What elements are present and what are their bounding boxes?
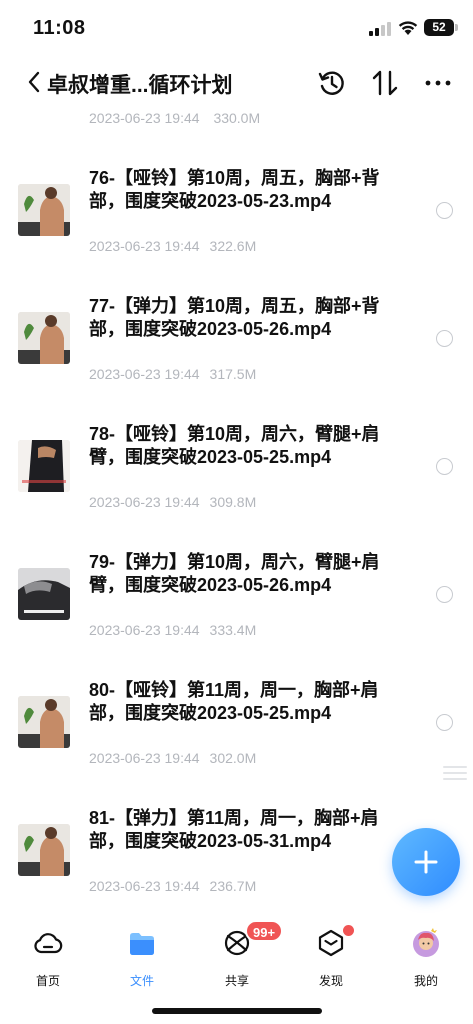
tab-home[interactable]: 首页 xyxy=(13,926,83,988)
file-meta: 2023-06-23 19:44 317.5M xyxy=(89,366,256,382)
file-row[interactable]: 76-【哑铃】第10周，周五，胸部+背部，围度突破2023-05-23.mp4 … xyxy=(0,163,473,291)
file-name: 77-【弹力】第10周，周五，胸部+背部，围度突破2023-05-26.mp4 xyxy=(89,296,380,339)
avatar-icon xyxy=(413,928,439,957)
file-meta: 2023-06-23 19:44 236.7M xyxy=(89,878,256,894)
file-row[interactable]: 77-【弹力】第10周，周五，胸部+背部，围度突破2023-05-26.mp4 … xyxy=(0,291,473,419)
file-name: 76-【哑铃】第10周，周五，胸部+背部，围度突破2023-05-23.mp4 xyxy=(89,168,380,211)
cloud-icon xyxy=(34,933,63,954)
file-date: 2023-06-23 19:44 xyxy=(89,494,200,510)
tab-label: 发现 xyxy=(318,974,343,988)
status-bar: 11:08 52 xyxy=(0,0,473,56)
scroll-handle[interactable] xyxy=(443,766,467,782)
file-list: 76-【哑铃】第10周，周五，胸部+背部，围度突破2023-05-23.mp4 … xyxy=(0,163,473,931)
video-thumbnail xyxy=(18,184,70,236)
select-radio[interactable] xyxy=(436,458,453,475)
video-thumbnail xyxy=(18,440,70,492)
file-meta: 2023-06-23 19:44 309.8M xyxy=(89,494,256,510)
previous-file-date: 2023-06-23 19:44 xyxy=(89,110,200,126)
file-row[interactable]: 79-【弹力】第10周，周六，臂腿+肩臂，围度突破2023-05-26.mp4 … xyxy=(0,547,473,675)
video-thumbnail xyxy=(18,696,70,748)
plus-icon xyxy=(414,850,438,874)
discover-notification-dot xyxy=(343,925,354,936)
file-date: 2023-06-23 19:44 xyxy=(89,622,200,638)
discover-icon xyxy=(318,929,344,957)
file-name: 81-【弹力】第11周，周一，胸部+肩部，围度突破2023-05-31.mp4 xyxy=(89,808,379,851)
back-icon[interactable] xyxy=(26,70,42,94)
battery-icon: 52 xyxy=(424,19,454,36)
file-name: 80-【哑铃】第11周，周一，胸部+肩部，围度突破2023-05-25.mp4 xyxy=(89,680,379,723)
select-radio[interactable] xyxy=(436,714,453,731)
file-date: 2023-06-23 19:44 xyxy=(89,366,200,382)
file-size: 302.0M xyxy=(209,750,257,766)
file-meta: 2023-06-23 19:44 333.4M xyxy=(89,622,256,638)
select-radio[interactable] xyxy=(436,586,453,603)
select-radio[interactable] xyxy=(436,202,453,219)
wifi-icon xyxy=(398,21,418,35)
file-meta: 2023-06-23 19:44 302.0M xyxy=(89,750,256,766)
add-button[interactable] xyxy=(392,828,460,896)
file-size: 317.5M xyxy=(209,366,257,382)
file-date: 2023-06-23 19:44 xyxy=(89,238,200,254)
file-meta: 2023-06-23 19:44 322.6M xyxy=(89,238,256,254)
file-date: 2023-06-23 19:44 xyxy=(89,750,200,766)
tab-label: 我的 xyxy=(413,974,438,988)
more-icon[interactable] xyxy=(423,68,453,98)
history-icon[interactable] xyxy=(317,68,347,98)
file-row[interactable]: 78-【哑铃】第10周，周六，臂腿+肩臂，围度突破2023-05-25.mp4 … xyxy=(0,419,473,547)
signal-icon xyxy=(369,22,393,36)
file-date: 2023-06-23 19:44 xyxy=(89,878,200,894)
header-bar: 卓叔增重...循环计划 xyxy=(0,58,473,108)
tab-files[interactable]: 文件 xyxy=(107,926,177,988)
file-size: 236.7M xyxy=(209,878,257,894)
file-name: 79-【弹力】第10周，周六，臂腿+肩臂，围度突破2023-05-26.mp4 xyxy=(89,552,380,595)
home-indicator xyxy=(152,1008,322,1014)
select-radio[interactable] xyxy=(436,330,453,347)
share-badge: 99+ xyxy=(245,920,284,942)
file-name: 78-【哑铃】第10周，周六，臂腿+肩臂，围度突破2023-05-25.mp4 xyxy=(89,424,380,467)
tab-label: 共享 xyxy=(224,974,249,988)
battery-nub xyxy=(455,24,458,31)
status-time: 11:08 xyxy=(33,17,86,39)
tab-me[interactable]: 我的 xyxy=(391,926,461,988)
previous-file-meta: 2023-06-23 19:44 330.0M xyxy=(89,110,260,126)
video-thumbnail xyxy=(18,824,70,876)
file-size: 333.4M xyxy=(209,622,257,638)
page-title: 卓叔增重...循环计划 xyxy=(47,74,233,97)
tab-label: 文件 xyxy=(129,974,154,988)
tab-discover[interactable]: 发现 xyxy=(296,926,366,988)
tab-label: 首页 xyxy=(35,974,60,988)
previous-file-size: 330.0M xyxy=(213,110,261,126)
folder-icon xyxy=(130,933,154,955)
file-size: 322.6M xyxy=(209,238,257,254)
video-thumbnail xyxy=(18,312,70,364)
video-thumbnail xyxy=(18,568,70,620)
file-row[interactable]: 80-【哑铃】第11周，周一，胸部+肩部，围度突破2023-05-25.mp4 … xyxy=(0,675,473,803)
sort-icon[interactable] xyxy=(370,68,400,98)
file-size: 309.8M xyxy=(209,494,257,510)
